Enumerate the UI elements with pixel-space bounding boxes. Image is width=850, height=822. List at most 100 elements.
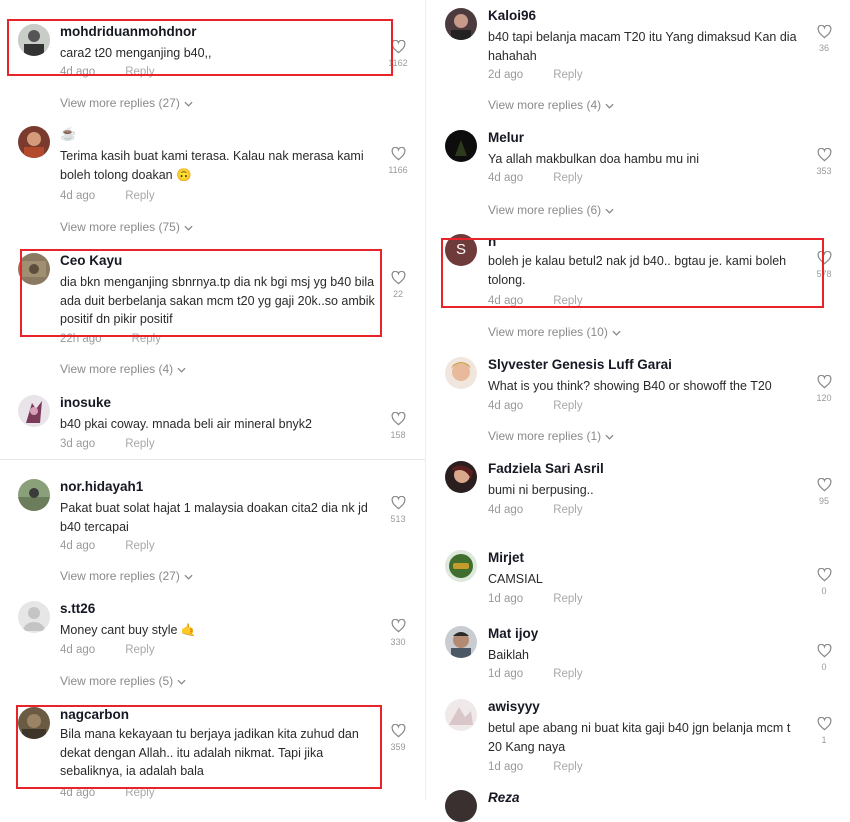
comment-meta: 2d ago Reply <box>488 69 583 81</box>
comment-meta: 3d ago Reply <box>60 438 155 450</box>
user-avatar[interactable] <box>18 24 50 56</box>
reply-button[interactable]: Reply <box>132 333 161 345</box>
like-button[interactable]: 120 <box>814 375 834 403</box>
like-button[interactable]: 1 <box>814 717 834 745</box>
username[interactable]: s.tt26 <box>60 601 95 616</box>
reply-button[interactable]: Reply <box>125 787 154 799</box>
comment-text: betul ape abang ni buat kita gaji b40 jg… <box>488 721 791 754</box>
like-count: 0 <box>821 662 827 672</box>
username[interactable]: mohdriduanmohdnor <box>60 24 196 39</box>
view-more-replies[interactable]: View more replies (4) <box>488 98 614 112</box>
like-button[interactable]: 1162 <box>388 40 408 68</box>
username[interactable]: Mat ijoy <box>488 626 538 641</box>
like-button[interactable]: 158 <box>388 412 408 440</box>
heart-outline-icon <box>817 148 831 162</box>
like-button[interactable]: 22 <box>388 271 408 299</box>
comment-text: cara2 t20 menganjing b40,, <box>60 46 212 60</box>
username[interactable]: Slyvester Genesis Luff Garai <box>488 357 672 372</box>
like-button[interactable]: 353 <box>814 148 834 176</box>
username[interactable]: nagcarbon <box>60 707 129 722</box>
user-avatar[interactable]: S <box>445 234 477 266</box>
reply-button[interactable]: Reply <box>125 66 154 78</box>
heart-outline-icon <box>391 412 405 426</box>
username[interactable]: awisyyy <box>488 699 540 714</box>
view-more-replies[interactable]: View more replies (10) <box>488 325 621 339</box>
reply-button[interactable]: Reply <box>125 438 154 450</box>
like-button[interactable]: 513 <box>388 496 408 524</box>
user-avatar[interactable] <box>18 601 50 633</box>
timestamp: 4d ago <box>60 540 96 552</box>
username[interactable]: Mirjet <box>488 550 524 565</box>
like-button[interactable]: 330 <box>388 619 408 647</box>
comment-meta: 4d ago Reply <box>60 644 155 656</box>
user-avatar[interactable] <box>445 8 477 40</box>
user-avatar[interactable] <box>18 253 50 285</box>
user-avatar[interactable] <box>445 357 477 389</box>
username[interactable]: Fadziela Sari Asril <box>488 461 604 476</box>
view-more-replies[interactable]: View more replies (27) <box>60 569 193 583</box>
timestamp: 22h ago <box>60 333 102 345</box>
heart-outline-icon <box>391 724 405 738</box>
view-more-replies[interactable]: View more replies (5) <box>60 674 186 688</box>
view-more-replies[interactable]: View more replies (75) <box>60 220 193 234</box>
like-button[interactable]: 359 <box>388 724 408 752</box>
reply-button[interactable]: Reply <box>553 504 582 516</box>
user-avatar[interactable] <box>445 790 477 822</box>
comment-text: What is you think? showing B40 or showof… <box>488 379 772 393</box>
like-button[interactable]: 1166 <box>388 147 408 175</box>
heart-outline-icon <box>391 496 405 510</box>
username[interactable]: Ceo Kayu <box>60 253 122 268</box>
like-button[interactable]: 0 <box>814 568 834 596</box>
comment-meta: 4d ago Reply <box>60 190 155 202</box>
reply-button[interactable]: Reply <box>553 400 582 412</box>
like-button[interactable]: 0 <box>814 644 834 672</box>
view-more-replies[interactable]: View more replies (6) <box>488 203 614 217</box>
reply-button[interactable]: Reply <box>553 295 582 307</box>
like-count: 359 <box>390 742 406 752</box>
comment-meta: 4d ago Reply <box>60 787 155 799</box>
heart-outline-icon <box>817 25 831 39</box>
reply-button[interactable]: Reply <box>125 540 154 552</box>
reply-button[interactable]: Reply <box>125 190 154 202</box>
reply-button[interactable]: Reply <box>553 593 582 605</box>
user-avatar[interactable] <box>445 626 477 658</box>
username[interactable]: ☕ <box>60 126 76 142</box>
user-avatar[interactable] <box>18 707 50 739</box>
reply-button[interactable]: Reply <box>553 668 582 680</box>
timestamp: 4d ago <box>60 787 96 799</box>
user-avatar[interactable] <box>445 699 477 731</box>
like-count: 1162 <box>388 58 408 68</box>
view-more-replies[interactable]: View more replies (27) <box>60 96 193 110</box>
reply-button[interactable]: Reply <box>553 761 582 773</box>
user-avatar[interactable] <box>445 550 477 582</box>
like-button[interactable]: 95 <box>814 478 834 506</box>
view-more-replies[interactable]: View more replies (4) <box>60 362 186 376</box>
user-avatar[interactable] <box>18 126 50 158</box>
user-avatar[interactable] <box>18 395 50 427</box>
reply-button[interactable]: Reply <box>553 172 582 184</box>
like-count: 1166 <box>388 165 408 175</box>
like-count: 158 <box>390 430 406 440</box>
username[interactable]: Reza <box>488 790 520 805</box>
left-comment-column: mohdriduanmohdnor cara2 t20 menganjing b… <box>0 0 425 800</box>
reply-button[interactable]: Reply <box>553 69 582 81</box>
right-comment-column: Kaloi96 b40 tapi belanja macam T20 itu Y… <box>425 0 850 822</box>
username[interactable]: nor.hidayah1 <box>60 479 143 494</box>
timestamp: 4d ago <box>488 295 524 307</box>
user-avatar[interactable] <box>18 479 50 511</box>
like-button[interactable]: 36 <box>814 25 834 53</box>
like-count: 330 <box>390 637 406 647</box>
username[interactable]: inosuke <box>60 395 111 410</box>
like-button[interactable]: 578 <box>814 251 834 279</box>
username[interactable]: n <box>488 234 496 249</box>
user-avatar[interactable] <box>445 130 477 162</box>
user-avatar[interactable] <box>445 461 477 493</box>
heart-outline-icon <box>817 717 831 731</box>
reply-button[interactable]: Reply <box>125 644 154 656</box>
comment-meta: 1d ago Reply <box>488 668 583 680</box>
username[interactable]: Melur <box>488 130 524 145</box>
divider <box>0 459 425 460</box>
heart-outline-icon <box>391 147 405 161</box>
view-more-replies[interactable]: View more replies (1) <box>488 429 614 443</box>
username[interactable]: Kaloi96 <box>488 8 536 23</box>
